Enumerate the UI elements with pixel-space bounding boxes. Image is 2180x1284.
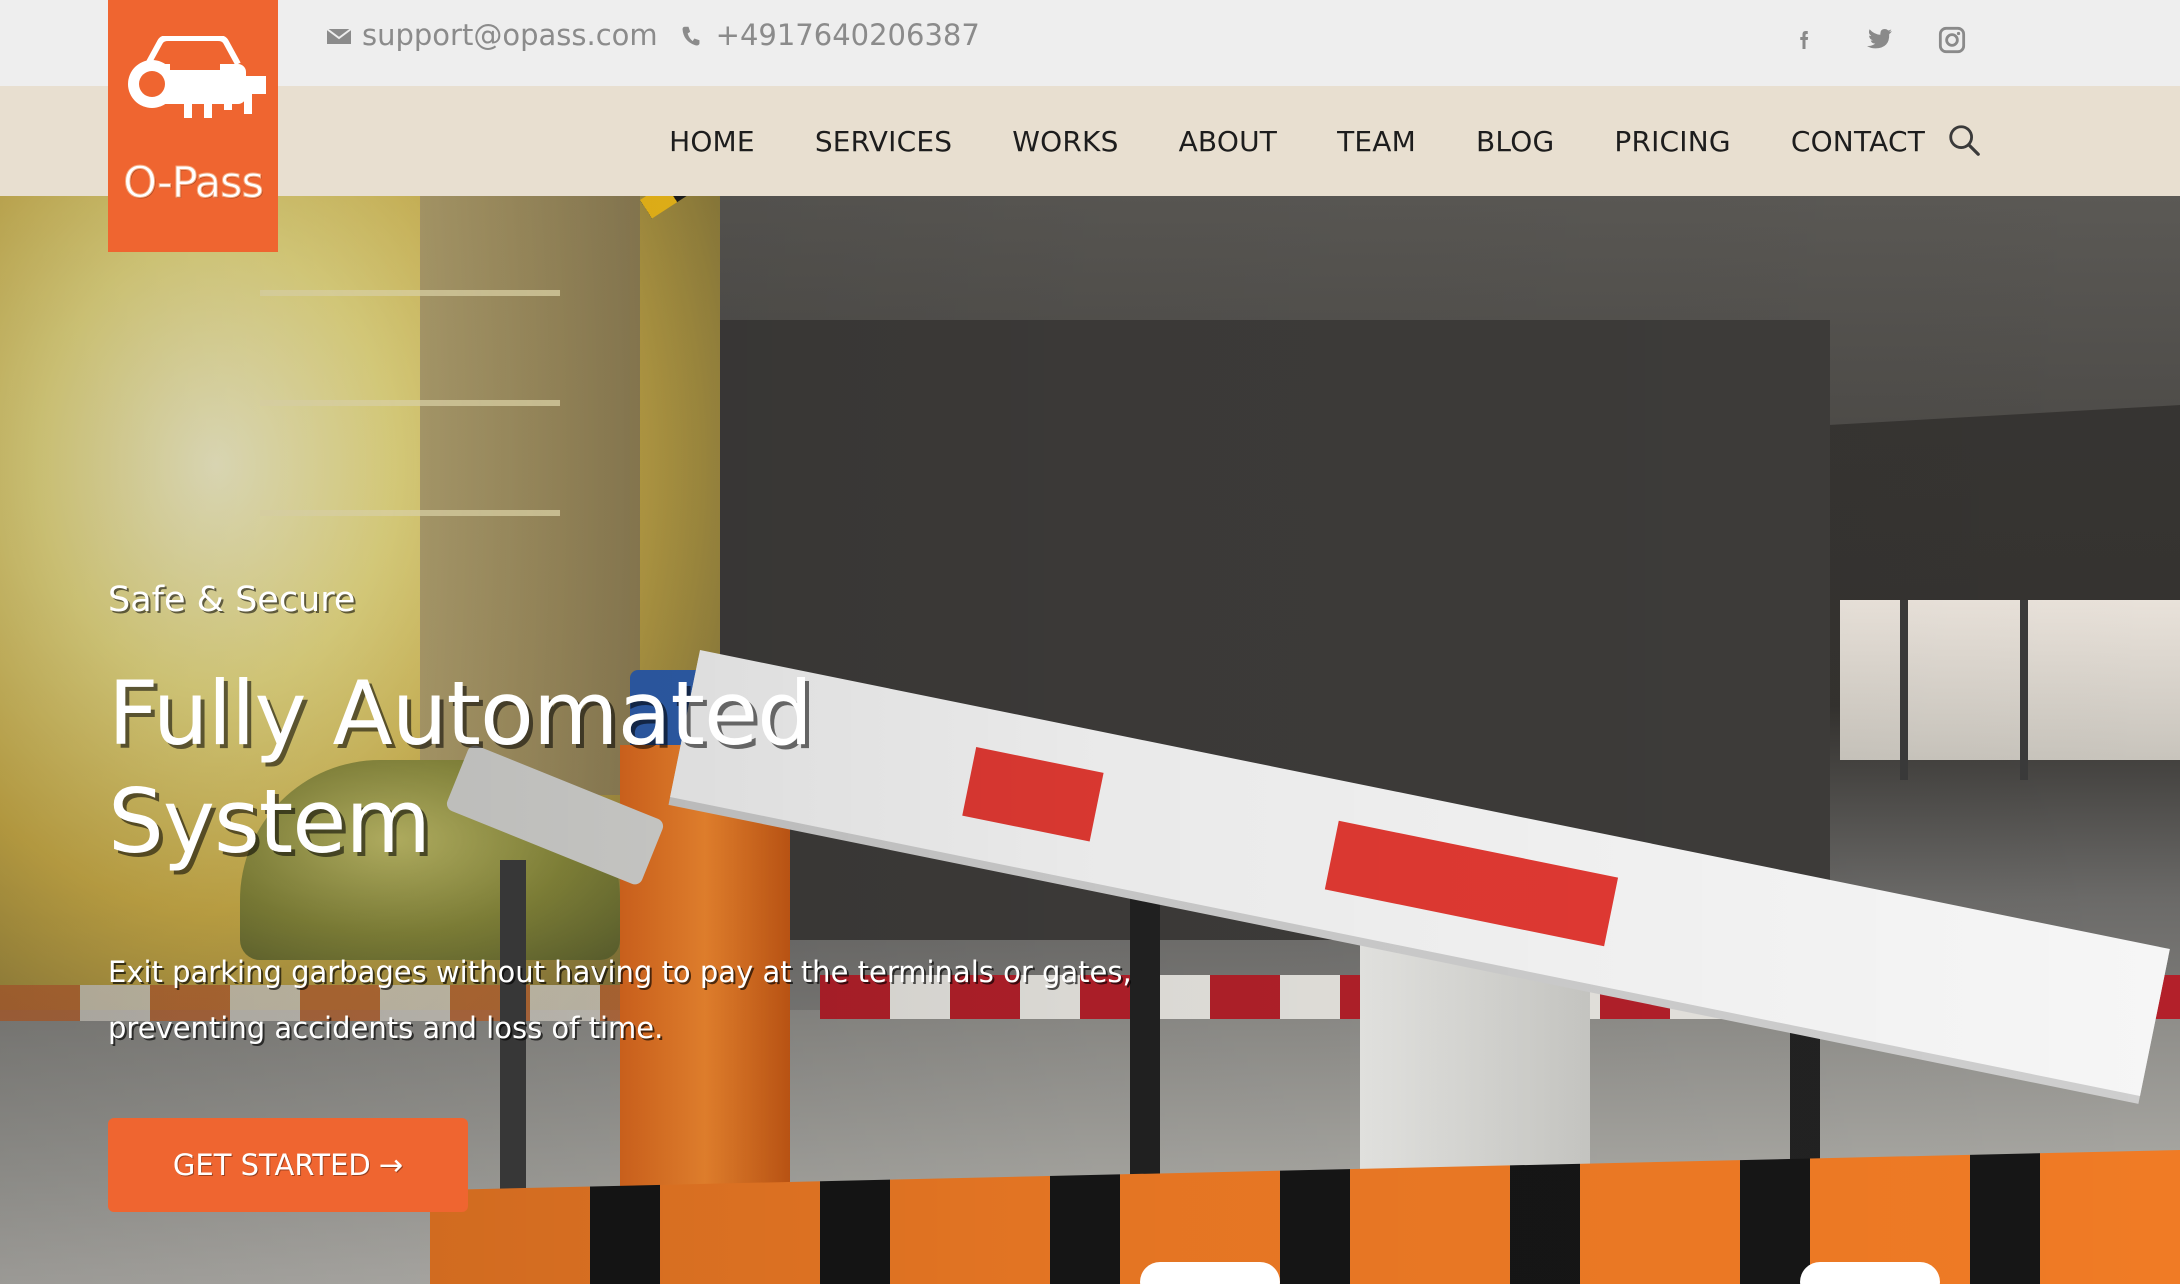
nav-pricing[interactable]: PRICING <box>1614 125 1730 158</box>
nav-contact[interactable]: CONTACT <box>1791 125 1925 158</box>
hero-eyebrow: Safe & Secure <box>108 580 356 620</box>
get-started-button[interactable]: GET STARTED → <box>108 1118 468 1212</box>
logo-text: O-Pass <box>123 158 265 209</box>
phone-link[interactable]: +4917640206387 <box>680 18 980 52</box>
hero-description: Exit parking garbages without having to … <box>108 944 1208 1056</box>
hero-description-line1: Exit parking garbages without having to … <box>108 955 1132 989</box>
car-key-logo-icon <box>120 35 266 128</box>
nav-blog[interactable]: BLOG <box>1476 125 1554 158</box>
social-links <box>1788 24 1968 56</box>
site-logo[interactable]: O-Pass <box>108 0 278 252</box>
top-contact-bar: support@opass.com +4917640206387 <box>0 0 2180 86</box>
email-text: support@opass.com <box>362 18 658 52</box>
nav-home[interactable]: HOME <box>669 125 755 158</box>
hero-headline-line1: Fully Automated <box>108 662 813 765</box>
nav-works[interactable]: WORKS <box>1012 125 1118 158</box>
main-menu: HOME SERVICES WORKS ABOUT TEAM BLOG PRIC… <box>669 86 1925 196</box>
slider-indicator[interactable] <box>1800 1262 1940 1284</box>
search-icon[interactable] <box>1946 122 1984 160</box>
main-navbar: HOME SERVICES WORKS ABOUT TEAM BLOG PRIC… <box>0 86 2180 196</box>
hero-description-line2: preventing accidents and loss of time. <box>108 1011 664 1045</box>
phone-text: +4917640206387 <box>715 18 980 52</box>
nav-team[interactable]: TEAM <box>1337 125 1416 158</box>
facebook-icon[interactable] <box>1788 24 1820 56</box>
get-started-label: GET STARTED <box>172 1148 371 1182</box>
hero-headline: Fully Automated System <box>108 660 1208 876</box>
envelope-icon <box>326 22 352 48</box>
contact-info: support@opass.com +4917640206387 <box>326 18 980 52</box>
phone-icon <box>680 22 706 48</box>
arrow-right-icon: → <box>378 1148 404 1182</box>
nav-services[interactable]: SERVICES <box>815 125 952 158</box>
hero-content: Safe & Secure Fully Automated System Exi… <box>108 580 1208 1056</box>
email-link[interactable]: support@opass.com <box>326 18 658 52</box>
nav-about[interactable]: ABOUT <box>1179 125 1278 158</box>
hero-headline-line2: System <box>108 770 431 873</box>
twitter-icon[interactable] <box>1862 24 1894 56</box>
slider-indicator[interactable] <box>1140 1262 1280 1284</box>
instagram-icon[interactable] <box>1936 24 1968 56</box>
